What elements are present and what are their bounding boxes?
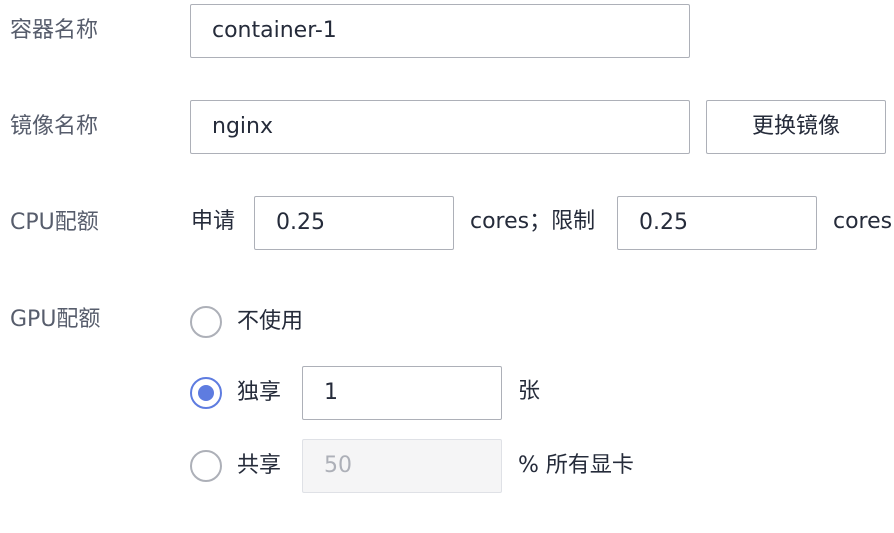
gpu-none-label[interactable]: 不使用 <box>237 307 303 337</box>
gpu-shared-radio[interactable] <box>190 450 222 482</box>
gpu-exclusive-count-input[interactable]: 1 <box>302 366 502 420</box>
change-image-button[interactable]: 更换镜像 <box>706 100 886 154</box>
gpu-quota-label: GPU配额 <box>10 307 101 332</box>
gpu-shared-percent-input[interactable]: 50 <box>302 439 502 493</box>
gpu-exclusive-label[interactable]: 独享 <box>237 378 281 408</box>
cpu-limit-unit: cores <box>833 209 893 234</box>
gpu-none-radio[interactable] <box>190 306 222 338</box>
cpu-limit-label: cores；限制 <box>470 209 596 234</box>
gpu-shared-label[interactable]: 共享 <box>237 451 281 481</box>
container-name-label: 容器名称 <box>10 18 99 43</box>
gpu-exclusive-unit: 张 <box>518 379 541 404</box>
radio-selected-dot <box>198 385 214 401</box>
gpu-shared-unit: % 所有显卡 <box>518 453 634 478</box>
gpu-exclusive-radio[interactable] <box>190 377 222 409</box>
cpu-request-label: 申请 <box>191 209 236 234</box>
image-name-input[interactable]: nginx <box>190 100 690 154</box>
container-name-input[interactable]: container-1 <box>190 4 690 58</box>
cpu-request-input[interactable]: 0.25 <box>254 196 454 250</box>
cpu-limit-input[interactable]: 0.25 <box>617 196 817 250</box>
cpu-quota-label: CPU配额 <box>10 210 99 235</box>
image-name-label: 镜像名称 <box>10 114 99 139</box>
